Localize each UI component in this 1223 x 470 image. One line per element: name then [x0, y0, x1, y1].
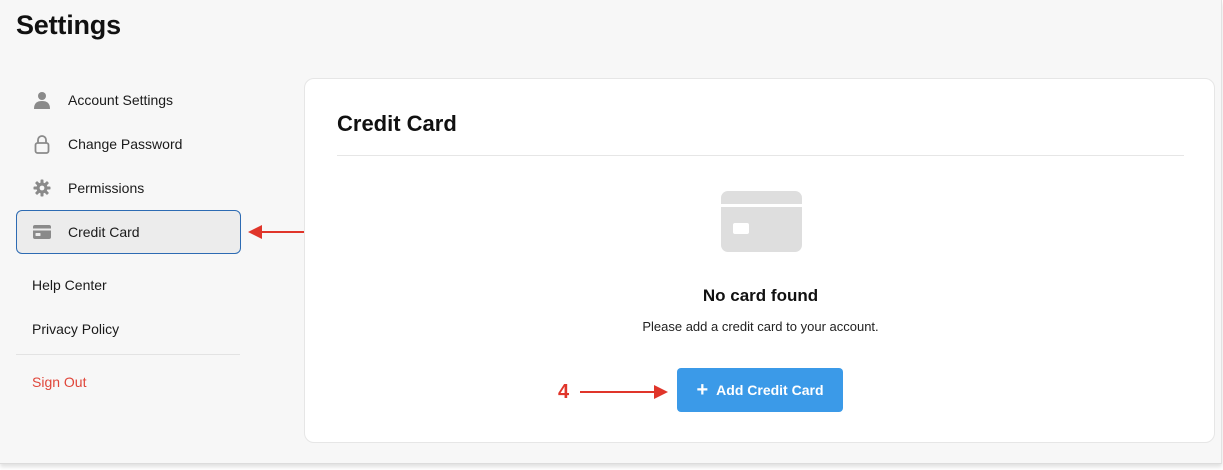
settings-window: Settings Account Settings Change Passwor…	[0, 0, 1222, 464]
empty-state-title: No card found	[702, 286, 819, 305]
privacy-policy-link[interactable]: Privacy Policy	[32, 321, 119, 337]
sidebar-item-account-settings[interactable]: Account Settings	[16, 78, 241, 122]
credit-card-icon	[721, 191, 802, 257]
sidebar-item-permissions[interactable]: Permissions	[16, 166, 241, 210]
add-credit-card-button[interactable]: + Add Credit Card	[677, 368, 843, 412]
sidebar-item-credit-card[interactable]: Credit Card	[16, 210, 241, 254]
sidebar-item-change-password[interactable]: Change Password	[16, 122, 241, 166]
lock-icon	[32, 134, 52, 154]
user-icon	[32, 90, 52, 110]
annotation-arrow-4	[580, 385, 668, 399]
sidebar-item-label: Credit Card	[68, 224, 140, 240]
plus-icon: +	[696, 379, 709, 401]
credit-card-icon	[32, 222, 52, 242]
sidebar-item-label: Account Settings	[68, 92, 174, 108]
sign-out-link[interactable]: Sign Out	[32, 374, 86, 390]
add-credit-card-label: Add Credit Card	[716, 382, 824, 398]
panel-divider	[337, 155, 1184, 156]
sidebar-divider	[16, 354, 240, 355]
panel-title: Credit Card	[337, 111, 457, 136]
sidebar-item-label: Permissions	[68, 180, 145, 196]
help-center-link[interactable]: Help Center	[32, 277, 107, 293]
sidebar-item-label: Change Password	[68, 136, 183, 152]
annotation-step-4: 4	[558, 381, 570, 403]
credit-card-panel: Credit Card No card found Please add a c…	[304, 78, 1215, 443]
empty-state-text: Please add a credit card to your account…	[642, 319, 879, 334]
page-title: Settings	[16, 10, 121, 40]
gear-icon	[32, 178, 52, 198]
